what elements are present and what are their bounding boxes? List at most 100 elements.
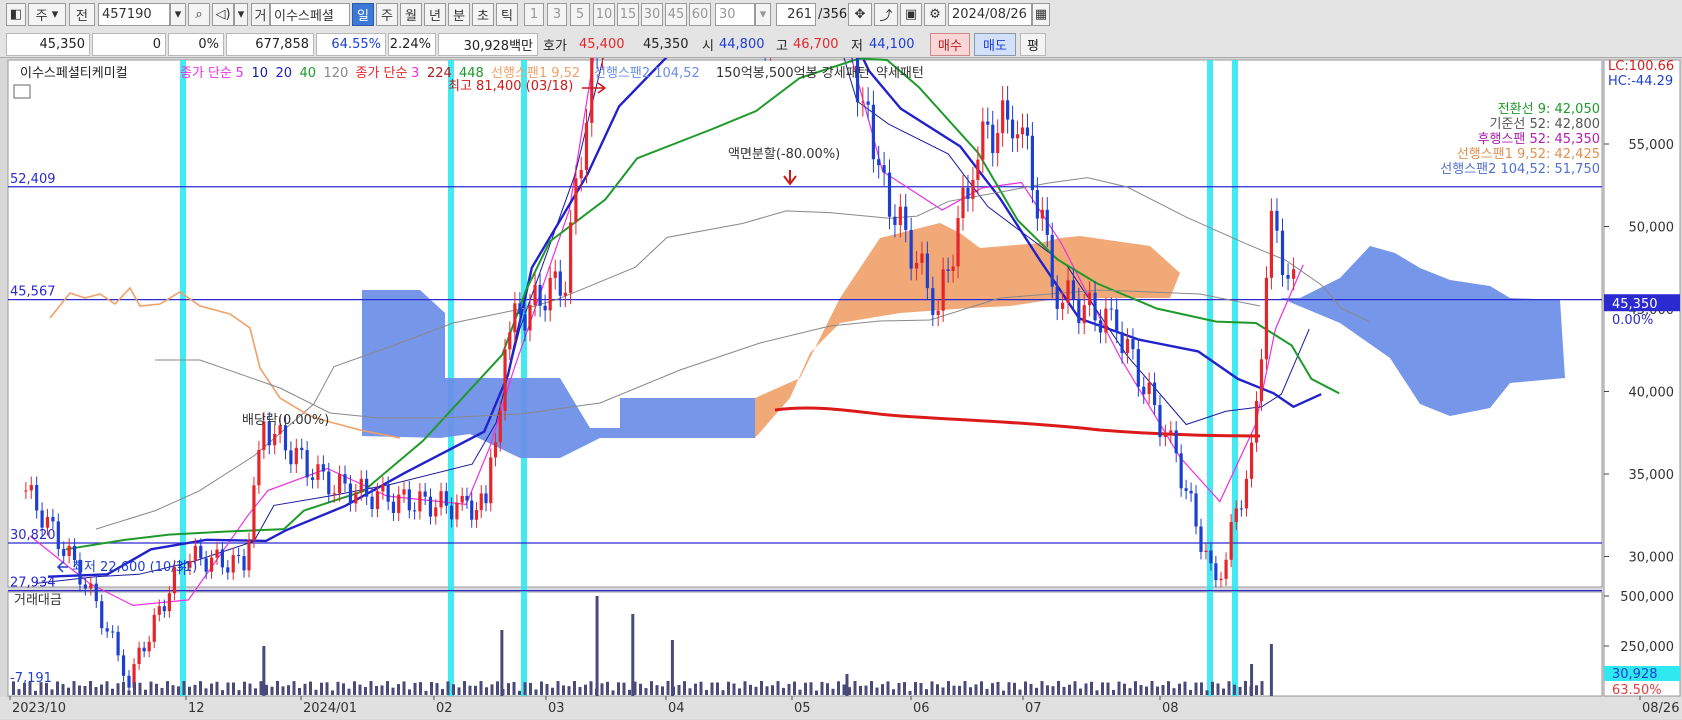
candle-body: [1184, 488, 1188, 491]
volume-bar: [67, 687, 70, 695]
calendar-icon[interactable]: ▦: [1032, 3, 1050, 26]
volume-bar: [1161, 685, 1165, 695]
gear-icon[interactable]: ⚙: [924, 3, 946, 26]
volume-bar: [721, 690, 725, 695]
candle-body: [951, 266, 955, 271]
code-input[interactable]: 457190: [98, 3, 170, 26]
tool-button[interactable]: 거: [251, 3, 270, 26]
volume-bar: [1205, 690, 1209, 695]
interval-15[interactable]: 15: [617, 3, 639, 26]
candle-body: [157, 606, 161, 615]
period-tick[interactable]: 틱: [496, 3, 518, 26]
search-icon[interactable]: ⌕: [188, 3, 210, 26]
volume-bar: [397, 684, 400, 695]
volume-bar: [699, 681, 703, 695]
volume-bar: [1172, 688, 1176, 695]
candle-body: [1292, 269, 1296, 279]
stock-name-field[interactable]: 이수스페셜: [270, 3, 350, 26]
crosshair-icon[interactable]: ✥: [848, 3, 872, 26]
sell-button[interactable]: 매도: [974, 33, 1016, 56]
candle-body: [327, 471, 331, 495]
avg-button[interactable]: 평: [1020, 33, 1046, 56]
candle-body: [1136, 349, 1140, 387]
volume-bar: [842, 684, 846, 695]
interval-1[interactable]: 1: [524, 3, 544, 26]
volume-bar: [276, 681, 279, 695]
candle-body: [137, 647, 141, 665]
candle-body: [569, 222, 573, 293]
candle-body: [111, 631, 115, 633]
period-minute[interactable]: 분: [448, 3, 470, 26]
candle-body: [558, 271, 562, 296]
volume-bar: [375, 686, 378, 695]
interval-60[interactable]: 60: [689, 3, 711, 26]
count-input[interactable]: 261: [776, 3, 816, 26]
volume-bar: [105, 681, 109, 695]
interval-input[interactable]: 30: [715, 3, 755, 26]
speaker-dropdown-icon[interactable]: ▾: [234, 3, 248, 26]
volume-bar: [716, 682, 719, 695]
menu-select[interactable]: 주 ▾: [28, 3, 66, 26]
period-day[interactable]: 일: [352, 3, 374, 26]
candle-body: [209, 557, 214, 572]
speaker-icon[interactable]: ◁): [212, 3, 234, 26]
grid-icon[interactable]: [13, 84, 31, 99]
candle-body: [470, 500, 474, 520]
candle-body: [220, 549, 224, 568]
candle-body: [121, 655, 126, 676]
candle-body: [237, 555, 241, 557]
volume-bar: [463, 681, 466, 695]
interval-45[interactable]: 45: [665, 3, 687, 26]
candle-body: [397, 494, 401, 513]
vol-y-tick-label: 500,000: [1620, 590, 1674, 605]
volume-bar: [215, 681, 219, 695]
volume-bar: [1194, 682, 1198, 695]
volume-bar: [688, 688, 692, 695]
candle-body: [1286, 275, 1290, 279]
volume-bar: [358, 684, 362, 695]
period-year[interactable]: 년: [424, 3, 446, 26]
code-dropdown-icon[interactable]: ▾: [170, 3, 186, 26]
volume-bar: [78, 685, 81, 695]
candle-body: [946, 269, 950, 271]
candle-body: [465, 495, 469, 501]
volume-bar: [529, 682, 532, 695]
volume-bar: [1068, 684, 1071, 695]
candle-body: [513, 303, 517, 333]
annotation-high: 최고 81,400 (03/18): [448, 79, 573, 94]
buy-button[interactable]: 매수: [930, 33, 970, 56]
layout-icon[interactable]: ◧: [6, 3, 26, 26]
period-month[interactable]: 월: [400, 3, 422, 26]
quote-ratio1: 64.55%: [316, 33, 386, 56]
hline-label: 30,820: [10, 528, 56, 543]
volume-bar: [831, 688, 835, 695]
volume-bar: [809, 682, 813, 695]
volume-bar: [166, 681, 169, 695]
legend-item: 선행스팬2 104,52: [594, 65, 700, 81]
candle-body: [35, 485, 39, 511]
volume-peak-bar: [631, 614, 635, 696]
interval-dropdown-icon[interactable]: ▾: [755, 3, 771, 26]
candle-body: [289, 450, 293, 465]
period-second[interactable]: 초: [472, 3, 494, 26]
date-input[interactable]: 2024/08/26: [948, 3, 1032, 26]
save-icon[interactable]: ▣: [900, 3, 922, 26]
candle-body: [100, 601, 104, 629]
interval-10[interactable]: 10: [593, 3, 615, 26]
price-chart[interactable]: 52,40945,56730,82027,93455,00050,00045,0…: [0, 58, 1682, 720]
interval-3[interactable]: 3: [547, 3, 567, 26]
volume-bar: [952, 685, 956, 695]
volume-bar: [864, 685, 868, 695]
quote-volume: 677,858: [226, 33, 314, 56]
interval-30[interactable]: 30: [641, 3, 663, 26]
volume-bar: [485, 687, 488, 695]
trend-icon[interactable]: ⤴: [874, 3, 898, 26]
volume-bar: [171, 685, 175, 695]
period-week[interactable]: 주: [376, 3, 398, 26]
ichimoku-label: 선행스팬2 104,52: 51,750: [1440, 161, 1600, 177]
candle-body: [294, 447, 298, 465]
interval-5[interactable]: 5: [570, 3, 590, 26]
candle-body: [1077, 298, 1081, 324]
prev-button[interactable]: 전: [69, 3, 95, 26]
volume-bar: [562, 685, 565, 695]
